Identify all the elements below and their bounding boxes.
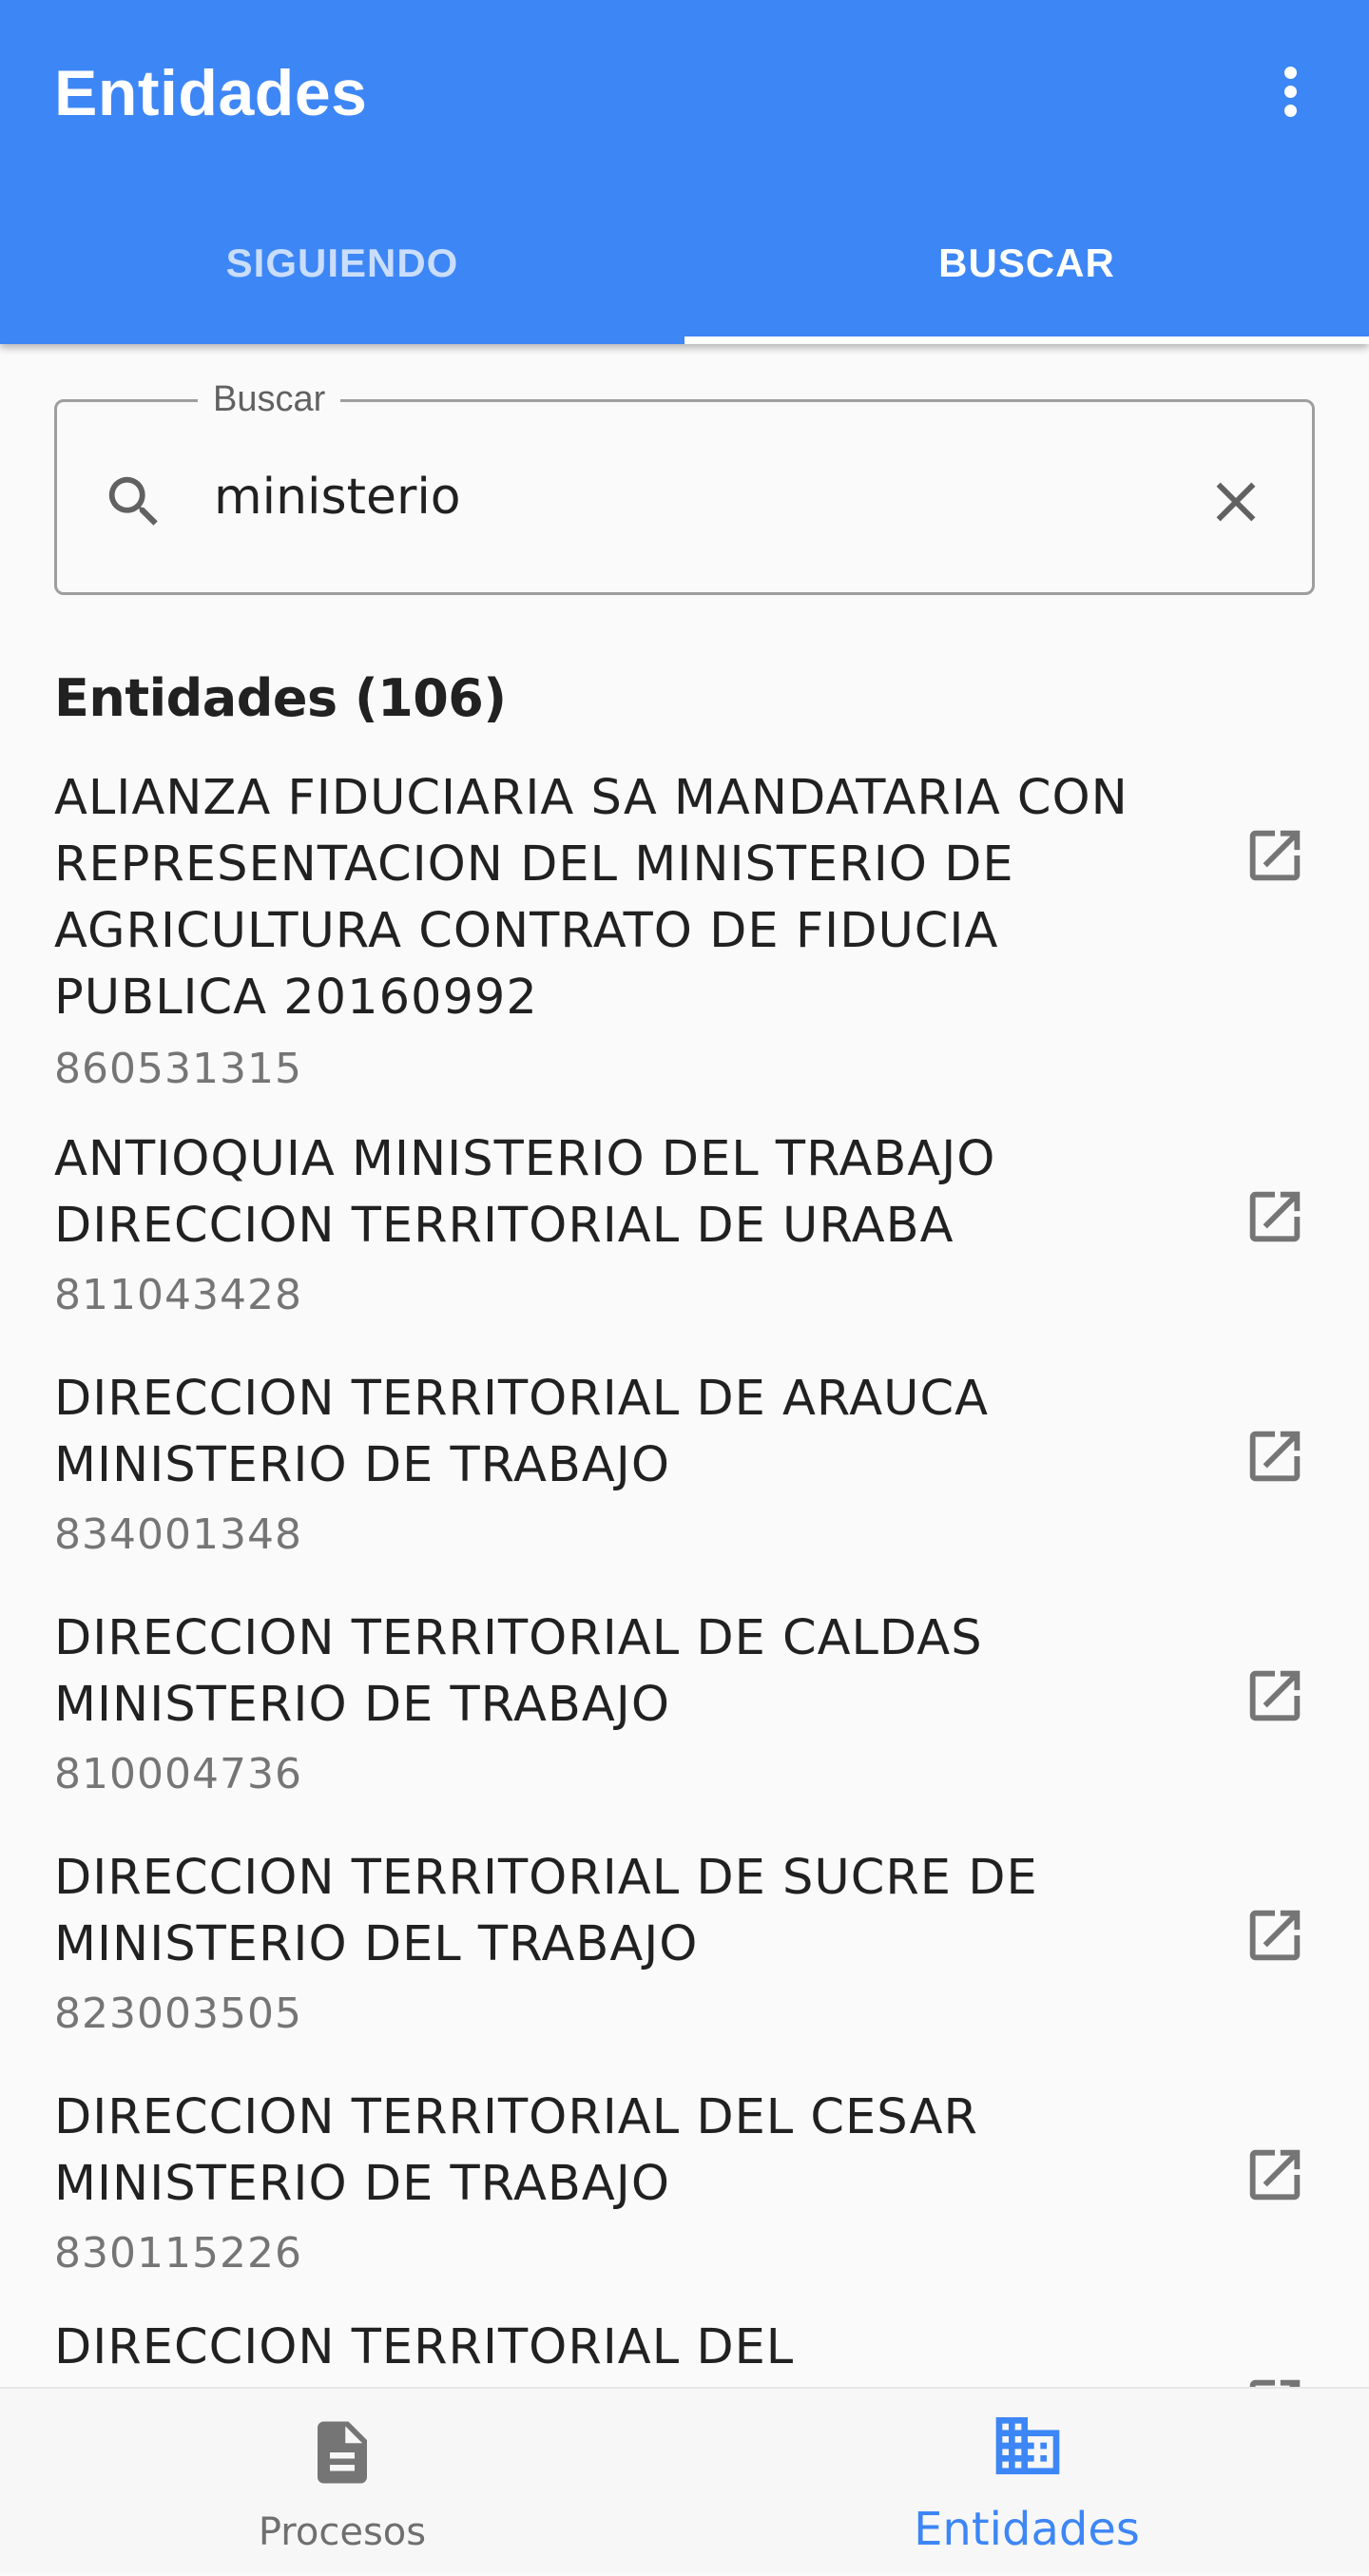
entity-nit: 830115226 [54,2229,302,2278]
app-bar: Entidades SIGUIENDO BUSCAR [0,0,1369,344]
results-header: Entidades (106) [54,668,507,728]
search-icon [108,476,158,526]
tab-siguiendo[interactable]: SIGUIENDO [0,196,684,331]
page-title: Entidades [54,57,368,129]
list-item[interactable]: DIRECCION TERRITORIAL DE ARAUCA MINISTER… [0,1366,1369,1594]
entity-nit: 860531315 [54,1045,302,1093]
open-in-new-icon[interactable] [1242,1423,1308,1490]
more-vert-icon[interactable] [1257,59,1323,125]
entity-nit: 823003505 [54,1990,302,2038]
nav-item-entidades[interactable]: Entidades [684,2389,1369,2576]
open-in-new-icon[interactable] [1242,2142,1308,2208]
close-icon[interactable] [1203,469,1269,535]
nav-label-entidades: Entidades [914,2503,1140,2556]
building-icon [995,2417,1060,2474]
search-input[interactable] [214,459,1165,535]
list-item[interactable]: DIRECCION TERRITORIAL DE CALDAS MINISTER… [0,1605,1369,1834]
open-in-new-icon[interactable] [1242,1663,1308,1729]
list-item[interactable]: DIRECCION TERRITORIAL DEL CESAR MINISTER… [0,2085,1369,2313]
open-in-new-icon[interactable] [1242,822,1308,889]
entity-nit: 811043428 [54,1271,302,1319]
nav-label-procesos: Procesos [258,2510,427,2554]
document-icon [318,2421,367,2484]
entity-nit: 810004736 [54,1750,302,1798]
list-item[interactable]: DIRECCION TERRITORIAL DEL [0,2315,1369,2387]
open-in-new-icon[interactable] [1242,1902,1308,1969]
search-label: Buscar [198,375,341,423]
list-item[interactable]: ALIANZA FIDUCIARIA SA MANDATARIA CON REP… [0,765,1369,1107]
entity-name: DIRECCION TERRITORIAL DE SUCRE DE MINIST… [54,1850,1038,1972]
list-item[interactable]: ANTIOQUIA MINISTERIO DEL TRABAJO DIRECCI… [0,1126,1369,1355]
open-in-new-icon[interactable] [1242,2372,1308,2387]
nav-item-procesos[interactable]: Procesos [0,2389,684,2576]
entity-name: DIRECCION TERRITORIAL DE ARAUCA MINISTER… [54,1371,989,1493]
tab-siguiendo-label: SIGUIENDO [225,240,459,285]
entity-name: ALIANZA FIDUCIARIA SA MANDATARIA CON REP… [54,770,1128,1026]
search-field: Buscar [54,375,1315,595]
open-in-new-icon[interactable] [1242,1183,1308,1250]
bottom-navigation: Procesos Entidades [0,2387,1369,2574]
entity-name: DIRECCION TERRITORIAL DEL CESAR MINISTER… [54,2089,978,2212]
list-item[interactable]: DIRECCION TERRITORIAL DE SUCRE DE MINIST… [0,1845,1369,2073]
tab-buscar-label: BUSCAR [938,240,1115,285]
tab-buscar[interactable]: BUSCAR [684,196,1369,331]
entity-name: DIRECCION TERRITORIAL DE CALDAS MINISTER… [54,1610,983,1733]
results-list[interactable]: ALIANZA FIDUCIARIA SA MANDATARIA CON REP… [0,765,1369,2387]
entity-nit: 834001348 [54,1510,302,1559]
entity-name: ANTIOQUIA MINISTERIO DEL TRABAJO DIRECCI… [54,1131,996,1254]
entity-name: DIRECCION TERRITORIAL DEL [54,2319,795,2375]
tab-indicator [684,336,1369,344]
